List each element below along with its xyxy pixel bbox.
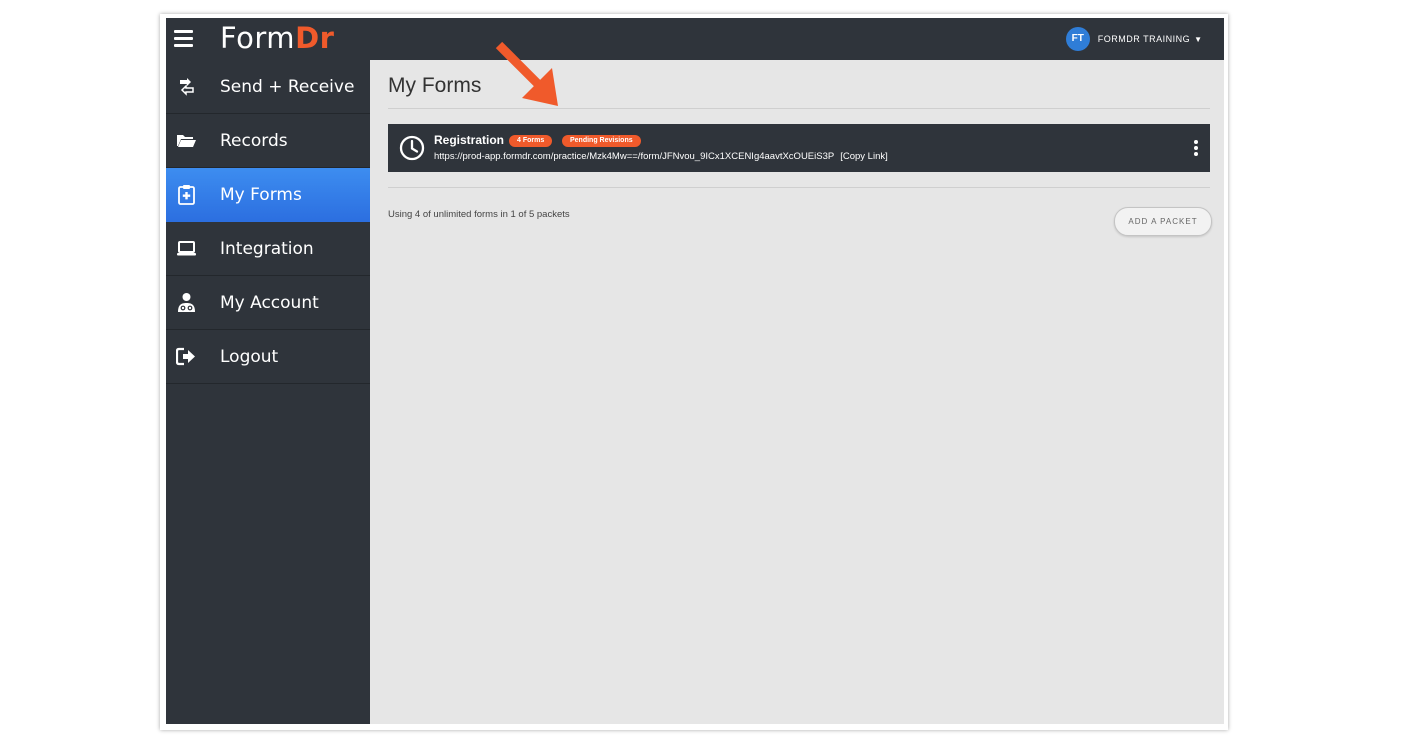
packet-name: Registration	[434, 133, 505, 147]
copy-link[interactable]: [Copy Link]	[840, 151, 888, 162]
sidebar-item-records[interactable]: Records	[166, 114, 370, 168]
laptop-icon	[177, 241, 196, 256]
sidebar-item-integration[interactable]: Integration	[166, 222, 370, 276]
clock-icon	[399, 135, 425, 161]
caret-down-icon: ▼	[1194, 34, 1202, 44]
sidebar-item-send-receive[interactable]: Send + Receive	[166, 60, 370, 114]
forms-count-badge: 4 Forms	[509, 135, 553, 147]
clipboard-icon	[178, 185, 195, 205]
sidebar-item-label: Send + Receive	[220, 76, 355, 97]
page-title: My Forms	[388, 74, 482, 97]
sidebar-item-label: Logout	[220, 346, 279, 367]
packet-row[interactable]: Registration 4 Forms Pending Revisions h…	[388, 124, 1210, 172]
logo-text-dr: Dr	[295, 21, 335, 55]
add-packet-button[interactable]: ADD A PACKET	[1114, 207, 1212, 236]
logout-icon	[176, 347, 195, 366]
screenshot-frame: FormDr FT FORMDR TRAINING ▼ Send + Recei…	[160, 14, 1228, 730]
sidebar-item-label: Integration	[220, 238, 314, 259]
sidebar-item-label: My Forms	[220, 184, 302, 205]
packet-link[interactable]: https://prod-app.formdr.com/practice/Mzk…	[434, 151, 834, 162]
logo-text-form: Form	[220, 21, 296, 55]
send-receive-icon	[180, 78, 194, 96]
usage-text: Using 4 of unlimited forms in 1 of 5 pac…	[388, 209, 570, 220]
annotation-arrow-icon	[495, 41, 558, 106]
hamburger-menu-icon[interactable]	[174, 30, 193, 47]
user-menu[interactable]: FT FORMDR TRAINING ▼	[1065, 27, 1202, 51]
user-doctor-icon	[178, 293, 195, 312]
sidebar-item-label: My Account	[220, 292, 319, 313]
avatar: FT	[1065, 27, 1090, 51]
packet-url: https://prod-app.formdr.com/practice/Mzk…	[434, 151, 888, 162]
sidebar-item-my-forms[interactable]: My Forms	[166, 168, 370, 222]
sidebar: Send + Receive Records My Forms Integrat…	[166, 60, 370, 724]
app-logo[interactable]: FormDr	[220, 20, 334, 56]
sidebar-item-my-account[interactable]: My Account	[166, 276, 370, 330]
status-badge: Pending Revisions	[562, 135, 641, 147]
user-name: FORMDR TRAINING	[1097, 34, 1191, 44]
sidebar-item-label: Records	[220, 130, 288, 151]
top-bar: FormDr FT FORMDR TRAINING ▼	[166, 18, 1224, 60]
folder-icon	[177, 135, 196, 147]
sidebar-item-logout[interactable]: Logout	[166, 330, 370, 384]
app-window: FormDr FT FORMDR TRAINING ▼ Send + Recei…	[166, 18, 1224, 724]
more-options-icon[interactable]	[1193, 140, 1199, 156]
divider	[388, 187, 1210, 188]
